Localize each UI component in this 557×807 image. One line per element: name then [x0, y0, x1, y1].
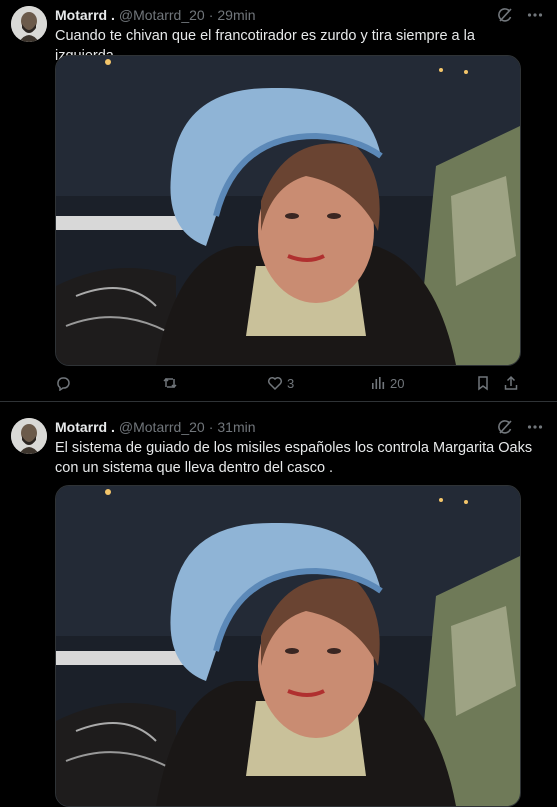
author-handle[interactable]: @Motarrd_20 [119, 419, 205, 435]
tweet-header: Motarrd . @Motarrd_20 · 29min [55, 5, 256, 25]
tweet-image[interactable] [55, 485, 521, 807]
tweet-header: Motarrd . @Motarrd_20 · 31min [55, 417, 256, 437]
tweet-actions: 3 20 [55, 375, 525, 395]
tweet[interactable]: Motarrd . @Motarrd_20 · 31min El sistema… [0, 401, 557, 807]
tweet-text-line: con un sistema que lleva dentro del casc… [55, 460, 334, 476]
timestamp[interactable]: 31min [217, 419, 255, 435]
avatar[interactable] [11, 418, 47, 454]
more-icon[interactable] [525, 5, 545, 25]
grok-icon[interactable] [495, 5, 515, 25]
tweet[interactable]: Motarrd . @Motarrd_20 · 29min Cuando te … [0, 0, 557, 401]
like-button[interactable]: 3 [267, 375, 294, 391]
grok-icon[interactable] [495, 417, 515, 437]
views-count: 20 [390, 375, 405, 391]
timeline: Motarrd . @Motarrd_20 · 29min Cuando te … [0, 0, 557, 807]
author-name[interactable]: Motarrd . [55, 419, 115, 435]
author-name[interactable]: Motarrd . [55, 7, 115, 23]
like-count: 3 [287, 375, 295, 391]
retweet-button[interactable] [162, 375, 182, 391]
tweet-text: El sistema de guiado de los misiles espa… [55, 438, 535, 478]
separator: · [208, 7, 214, 23]
reply-button[interactable] [55, 375, 75, 391]
more-icon[interactable] [525, 417, 545, 437]
timestamp[interactable]: 29min [217, 7, 255, 23]
separator: · [208, 419, 214, 435]
bookmark-button[interactable] [475, 375, 491, 391]
views-button[interactable]: 20 [370, 375, 404, 391]
share-button[interactable] [503, 375, 519, 391]
tweet-image[interactable] [55, 55, 521, 366]
author-handle[interactable]: @Motarrd_20 [119, 7, 205, 23]
avatar[interactable] [11, 6, 47, 42]
tweet-text-line: El sistema de guiado de los misiles espa… [55, 440, 533, 456]
